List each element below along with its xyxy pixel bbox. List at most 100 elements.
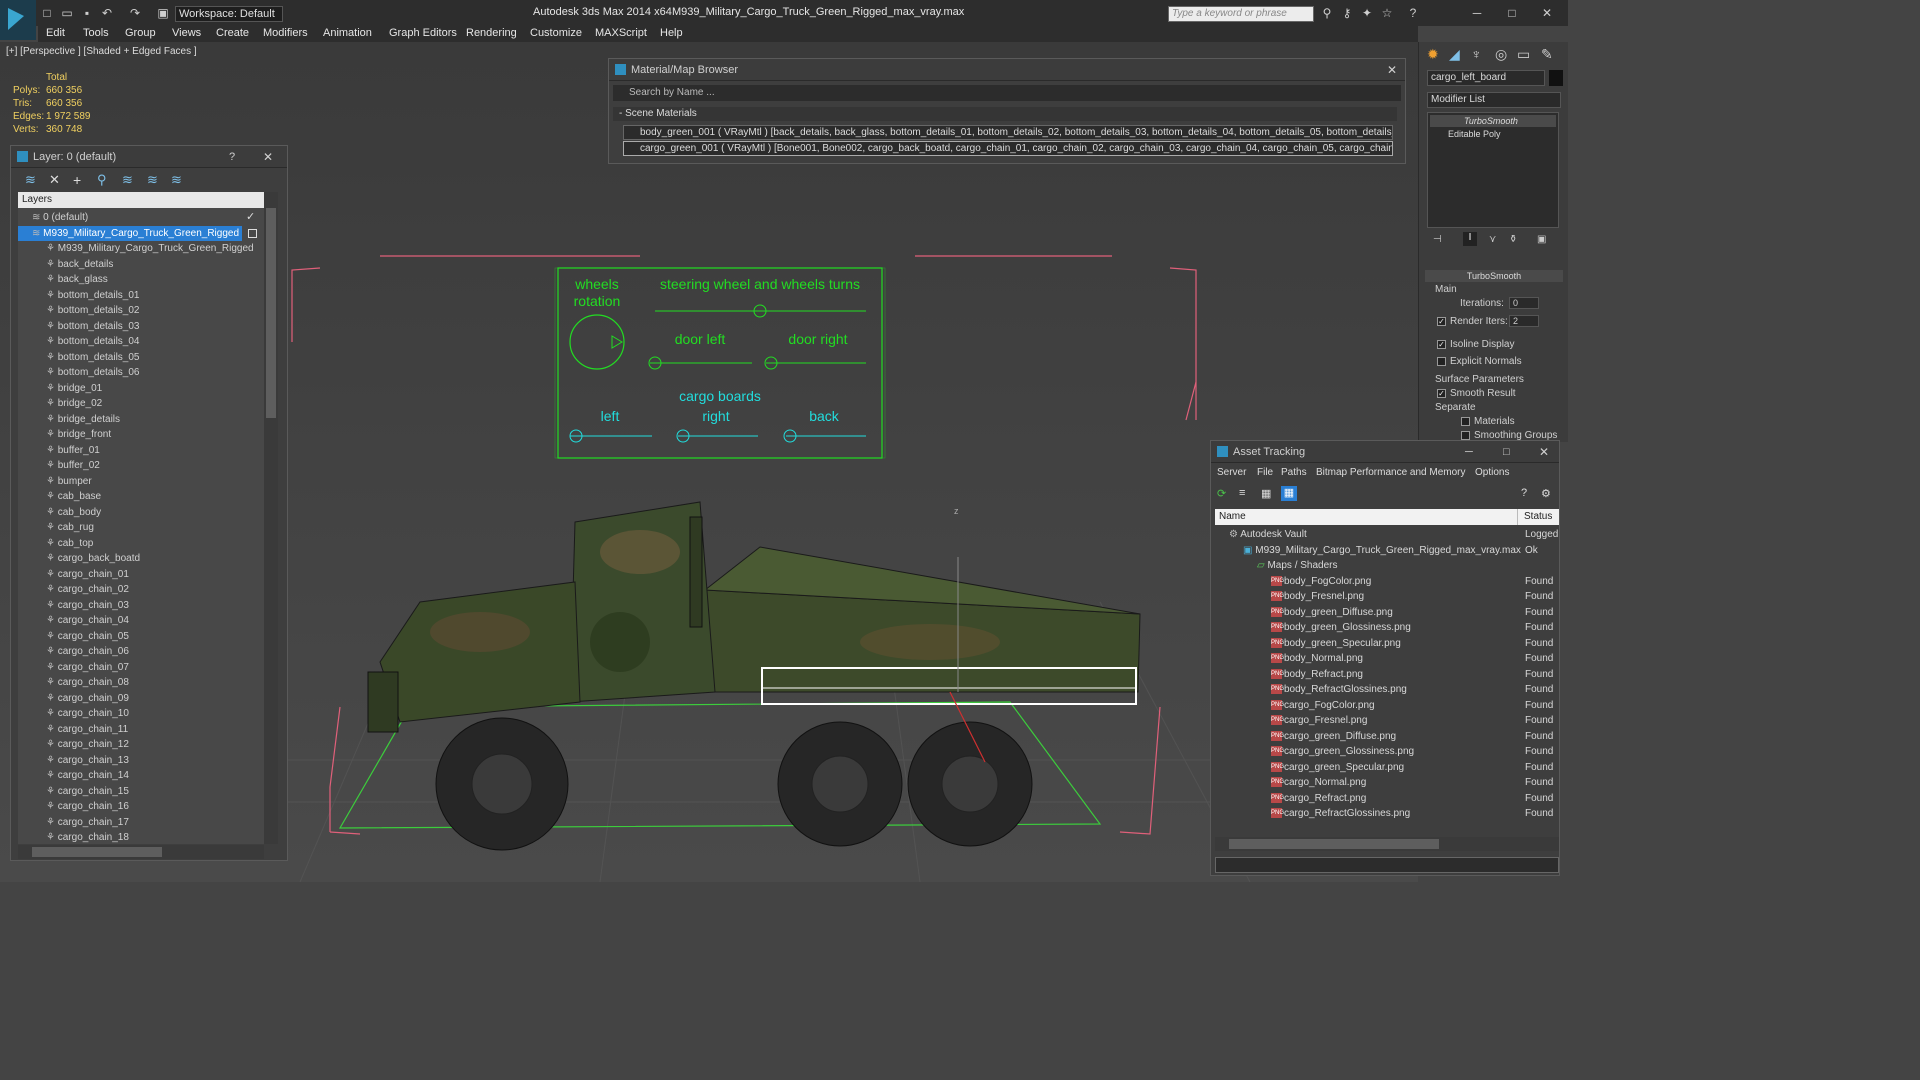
- menu-create[interactable]: Create: [216, 27, 249, 39]
- layer-row[interactable]: ⚘ cargo_back_boatd: [18, 551, 258, 567]
- workspace-dropdown[interactable]: Workspace: Default: [175, 6, 283, 22]
- layer-row[interactable]: ⚘ buffer_01: [18, 443, 258, 459]
- layer-help-button[interactable]: ?: [229, 146, 235, 168]
- asset-row[interactable]: PNGcargo_Fresnel.png Found: [1215, 713, 1559, 729]
- menu-maxscript[interactable]: MAXScript: [595, 27, 647, 39]
- modifier-stack[interactable]: TurboSmooth Editable Poly: [1427, 112, 1559, 228]
- maximize-icon[interactable]: □: [1505, 6, 1519, 20]
- layer-render-toggle-icon[interactable]: [248, 228, 257, 238]
- star-icon[interactable]: ☆: [1380, 6, 1394, 20]
- thumbnail-view-icon[interactable]: ▦: [1261, 487, 1271, 500]
- asset-row[interactable]: PNGcargo_Refract.png Found: [1215, 791, 1559, 807]
- materials-checkbox[interactable]: Materials: [1461, 416, 1515, 427]
- asset-help-icon[interactable]: ?: [1521, 487, 1527, 499]
- layer-row[interactable]: ⚘ cargo_chain_11: [18, 722, 258, 738]
- menu-animation[interactable]: Animation: [323, 27, 372, 39]
- material-browser-close-icon[interactable]: ✕: [1387, 59, 1397, 81]
- layer-row[interactable]: ⚘ cargo_chain_02: [18, 582, 258, 598]
- asset-menu-server[interactable]: Server: [1217, 467, 1246, 478]
- turbosmooth-rollout[interactable]: TurboSmooth: [1425, 270, 1563, 282]
- highlight-layer-icon[interactable]: ≋: [122, 172, 133, 188]
- remove-modifier-icon[interactable]: ⚱: [1509, 234, 1517, 245]
- layer-row[interactable]: ⚘ cargo_chain_06: [18, 644, 258, 660]
- asset-menu-paths[interactable]: Paths: [1281, 467, 1307, 478]
- hide-all-icon[interactable]: ≋: [147, 172, 158, 188]
- layer-row[interactable]: ⚘ cargo_chain_16: [18, 799, 258, 815]
- layer-row[interactable]: ⚘ cargo_chain_12: [18, 737, 258, 753]
- layer-row[interactable]: ⚘ bridge_01: [18, 381, 258, 397]
- asset-row[interactable]: ▱ Maps / Shaders: [1215, 558, 1559, 574]
- asset-row[interactable]: PNGbody_FogColor.png Found: [1215, 574, 1559, 590]
- help-search-input[interactable]: Type a keyword or phrase: [1168, 6, 1314, 22]
- asset-row[interactable]: PNGbody_green_Specular.png Found: [1215, 636, 1559, 652]
- menu-rendering[interactable]: Rendering: [466, 27, 517, 39]
- utilities-tab-icon[interactable]: ✎: [1541, 46, 1553, 63]
- layer-horizontal-scrollbar[interactable]: [18, 845, 264, 859]
- asset-settings-icon[interactable]: ⚙: [1541, 487, 1551, 500]
- new-file-icon[interactable]: □: [40, 6, 54, 20]
- object-color-swatch[interactable]: [1549, 70, 1563, 86]
- layer-row[interactable]: ⚘ bottom_details_04: [18, 334, 258, 350]
- pin-stack-icon[interactable]: ⊣: [1433, 234, 1442, 245]
- asset-menu-file[interactable]: File: [1257, 467, 1273, 478]
- col-name-header[interactable]: Name: [1219, 509, 1246, 525]
- layer-row[interactable]: ⚘ cargo_chain_04: [18, 613, 258, 629]
- layer-row[interactable]: ⚘ cab_rug: [18, 520, 258, 536]
- modifier-list-dropdown[interactable]: Modifier List: [1427, 92, 1561, 108]
- show-end-result-icon[interactable]: I: [1463, 232, 1477, 246]
- binoculars-icon[interactable]: ⚲: [1320, 6, 1334, 20]
- modify-tab-icon[interactable]: ◢: [1449, 46, 1460, 63]
- asset-row[interactable]: ⚙ Autodesk Vault Logged: [1215, 527, 1559, 543]
- motion-tab-icon[interactable]: ◎: [1495, 46, 1507, 63]
- layer-list[interactable]: Layers ≋ 0 (default) ✓ ≋ M939_Military_Car…: [18, 192, 264, 844]
- current-layer-check-icon[interactable]: ✓: [246, 210, 255, 223]
- layer-row[interactable]: ⚘ cab_base: [18, 489, 258, 505]
- layer-row[interactable]: ⚘ cargo_chain_15: [18, 784, 258, 800]
- layer-row[interactable]: ⚘ cargo_chain_17: [18, 815, 258, 831]
- app-logo[interactable]: [0, 0, 36, 40]
- layer-row[interactable]: ⚘ cargo_chain_09: [18, 691, 258, 707]
- menu-help[interactable]: Help: [660, 27, 683, 39]
- hierarchy-tab-icon[interactable]: ♆: [1471, 46, 1482, 62]
- layer-row-selected[interactable]: ≋ M939_Military_Cargo_Truck_Green_Rigged: [18, 225, 242, 241]
- list-view-icon[interactable]: ≡: [1239, 487, 1245, 499]
- asset-row[interactable]: PNGbody_Fresnel.png Found: [1215, 589, 1559, 605]
- asset-menu-bitmap[interactable]: Bitmap Performance and Memory: [1316, 467, 1466, 478]
- layer-row[interactable]: ⚘ M939_Military_Cargo_Truck_Green_Rigged: [18, 241, 258, 257]
- stack-item-editable-poly[interactable]: Editable Poly: [1430, 128, 1556, 140]
- menu-edit[interactable]: Edit: [46, 27, 65, 39]
- layer-row[interactable]: ⚘ bottom_details_01: [18, 288, 258, 304]
- asset-menu-options[interactable]: Options: [1475, 467, 1509, 478]
- info-icon[interactable]: ✦: [1360, 6, 1374, 20]
- asset-close-icon[interactable]: ✕: [1539, 441, 1549, 463]
- menu-tools[interactable]: Tools: [83, 27, 109, 39]
- asset-row[interactable]: PNGcargo_green_Diffuse.png Found: [1215, 729, 1559, 745]
- asset-row[interactable]: PNGbody_green_Glossiness.png Found: [1215, 620, 1559, 636]
- asset-row[interactable]: PNGcargo_Normal.png Found: [1215, 775, 1559, 791]
- layer-row[interactable]: ⚘ bridge_02: [18, 396, 258, 412]
- add-to-layer-icon[interactable]: +: [73, 172, 81, 188]
- layer-row[interactable]: ⚘ bumper: [18, 474, 258, 490]
- layer-vertical-scrollbar[interactable]: [264, 192, 278, 844]
- layer-row[interactable]: ⚘ cargo_chain_14: [18, 768, 258, 784]
- layer-row[interactable]: ⚘ cargo_chain_07: [18, 660, 258, 676]
- layer-row[interactable]: ⚘ cargo_chain_08: [18, 675, 258, 691]
- explicit-normals-checkbox[interactable]: Explicit Normals: [1437, 356, 1522, 367]
- project-folder-icon[interactable]: ▣: [156, 6, 170, 20]
- delete-layer-icon[interactable]: ✕: [49, 172, 60, 188]
- asset-row[interactable]: PNGcargo_RefractGlossines.png Found: [1215, 806, 1559, 822]
- layer-row[interactable]: ⚘ bridge_details: [18, 412, 258, 428]
- asset-row[interactable]: PNGbody_Normal.png Found: [1215, 651, 1559, 667]
- material-row-cargo-green[interactable]: cargo_green_001 ( VRayMtl ) [Bone001, Bo…: [623, 141, 1393, 156]
- asset-maximize-icon[interactable]: □: [1503, 441, 1510, 463]
- asset-row[interactable]: PNGbody_green_Diffuse.png Found: [1215, 605, 1559, 621]
- render-iters-checkbox[interactable]: ✓ Render Iters:: [1437, 316, 1508, 327]
- layer-row[interactable]: ⚘ cargo_chain_05: [18, 629, 258, 645]
- save-icon[interactable]: ▪: [80, 6, 94, 20]
- make-unique-icon[interactable]: ⋎: [1489, 234, 1496, 245]
- asset-row[interactable]: PNGbody_Refract.png Found: [1215, 667, 1559, 683]
- layer-row[interactable]: ⚘ bridge_front: [18, 427, 258, 443]
- layer-row[interactable]: ⚘ cargo_chain_18: [18, 830, 258, 844]
- object-name-field[interactable]: cargo_left_board: [1427, 70, 1545, 86]
- asset-minimize-icon[interactable]: ─: [1465, 441, 1473, 463]
